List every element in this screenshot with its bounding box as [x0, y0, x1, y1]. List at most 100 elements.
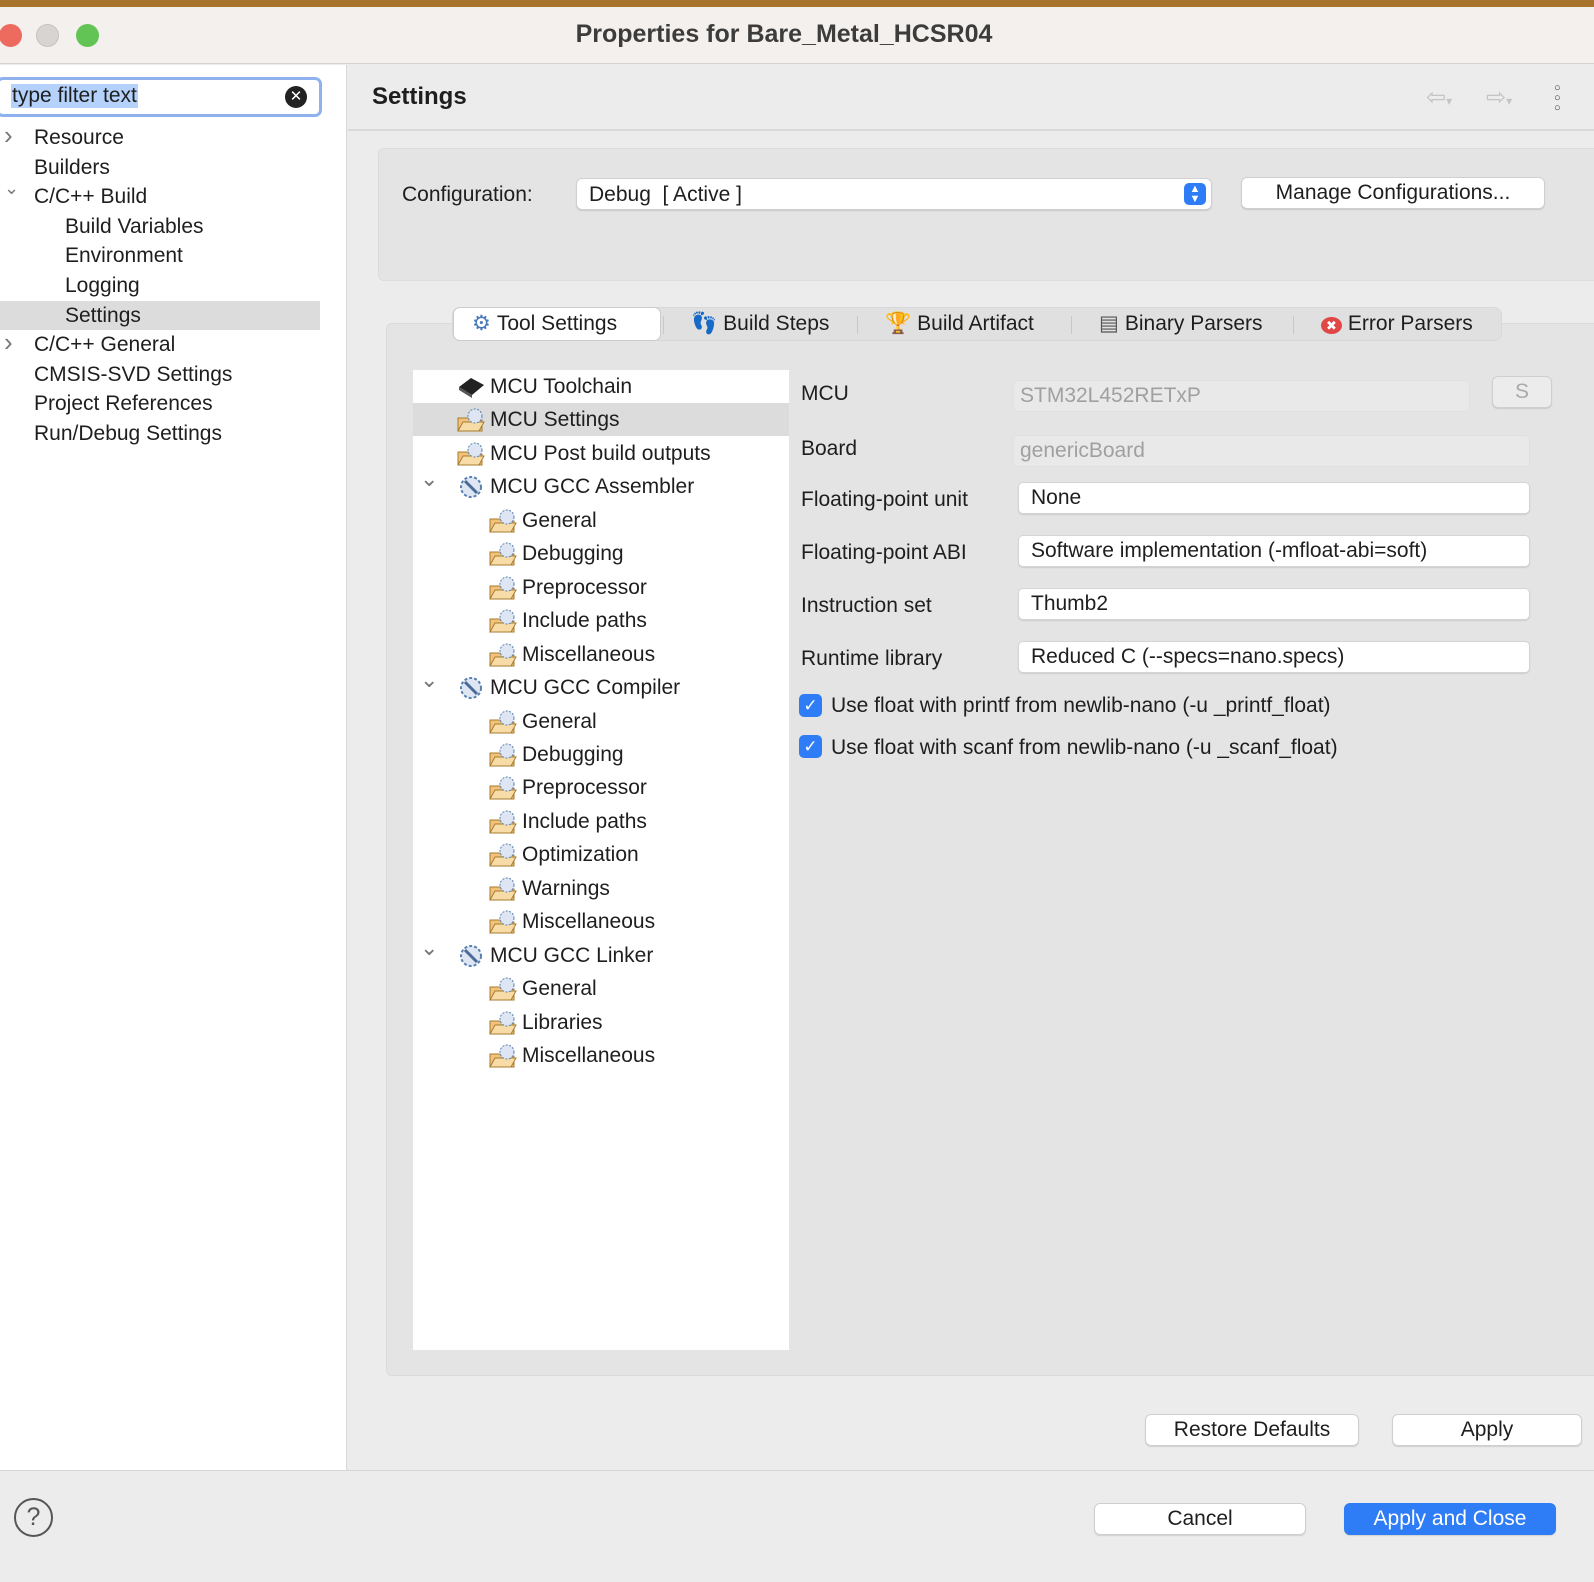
tab-separator — [857, 316, 858, 334]
tool-icon — [457, 676, 485, 700]
build-steps-icon: 👣 — [691, 312, 718, 335]
fpu-label: Floating-point unit — [801, 488, 968, 511]
tab-build-artifact[interactable]: 🏆 Build Artifact — [867, 308, 1067, 340]
manage-configurations-button[interactable]: Manage Configurations... — [1241, 177, 1545, 209]
tool-tree-label: MCU Toolchain — [490, 375, 633, 398]
select-mcu-button[interactable]: S — [1492, 376, 1552, 408]
property-page-sidebar: type filter text ✕ › Resource Builders ⌄ C/C… — [0, 65, 347, 1470]
folder-settings-icon — [489, 542, 517, 566]
instruction-set-select[interactable]: Thumb2 — [1018, 588, 1530, 620]
folder-settings-icon — [489, 877, 517, 901]
folder-settings-icon — [489, 643, 517, 667]
cancel-button[interactable]: Cancel — [1094, 1503, 1306, 1535]
tool-tree-item[interactable]: ⌄ MCU GCC Compiler — [413, 667, 789, 704]
sidebar-item-label: Logging — [65, 274, 140, 297]
sidebar-item[interactable]: Build Variables — [0, 212, 320, 241]
sidebar-item[interactable]: CMSIS-SVD Settings — [0, 360, 320, 389]
select-stepper-icon: ▲ ▼ — [1184, 183, 1206, 205]
window-top-strip — [0, 0, 1594, 7]
tab-error-parsers[interactable]: ✖ Error Parsers — [1303, 308, 1503, 340]
scanf-float-checkbox[interactable]: ✓ — [799, 735, 822, 758]
abi-label: Floating-point ABI — [801, 541, 967, 564]
tool-tree-item[interactable]: General — [413, 705, 789, 738]
tool-tree-item[interactable]: MCU Toolchain — [413, 370, 789, 403]
window-title: Properties for Bare_Metal_HCSR04 — [575, 20, 993, 48]
sidebar-item[interactable]: › Resource — [0, 121, 320, 152]
tool-tree-label: MCU GCC Linker — [490, 943, 654, 967]
sidebar-item-label: C/C++ General — [34, 333, 176, 357]
fpu-select[interactable]: None — [1018, 482, 1530, 514]
apply-and-close-button[interactable]: Apply and Close — [1344, 1503, 1556, 1535]
tool-tree-item[interactable]: Libraries — [413, 1006, 789, 1039]
tool-tree-item[interactable]: General — [413, 504, 789, 537]
chevron-right-icon[interactable]: › — [4, 328, 13, 357]
clear-filter-icon[interactable]: ✕ — [285, 86, 307, 108]
tool-tree-item[interactable]: Optimization — [413, 838, 789, 871]
sidebar-item[interactable]: › C/C++ General — [0, 328, 320, 359]
chevron-down-icon[interactable]: ⌄ — [420, 663, 438, 696]
apply-button[interactable]: Apply — [1392, 1414, 1582, 1446]
runtime-library-select[interactable]: Reduced C (--specs=nano.specs) — [1018, 641, 1530, 673]
tool-tree-item[interactable]: Preprocessor — [413, 771, 789, 804]
tool-tree-item[interactable]: Miscellaneous — [413, 638, 789, 671]
tool-tree-item[interactable]: MCU Settings — [413, 403, 789, 437]
sidebar-item[interactable]: Run/Debug Settings — [0, 419, 320, 448]
tool-tree-label: MCU GCC Compiler — [490, 676, 681, 700]
abi-select[interactable]: Software implementation (-mfloat-abi=sof… — [1018, 535, 1530, 567]
chevron-down-icon[interactable]: ⌄ — [4, 174, 19, 203]
sidebar-item-label: Settings — [65, 303, 141, 327]
filter-input[interactable]: type filter text ✕ — [0, 77, 322, 117]
tool-tree-item[interactable]: Miscellaneous — [413, 905, 789, 938]
tab-binary-parsers[interactable]: ▤ Binary Parsers — [1081, 308, 1291, 340]
sidebar-item-label: CMSIS-SVD Settings — [34, 362, 233, 386]
tool-tree-item[interactable]: Debugging — [413, 738, 789, 771]
help-icon[interactable]: ? — [14, 1498, 53, 1537]
tool-tree-item[interactable]: Warnings — [413, 872, 789, 905]
tool-tree-label: Include paths — [522, 809, 647, 833]
forward-arrow-icon[interactable]: ⇨▾ — [1486, 83, 1512, 112]
sidebar-item[interactable]: Builders — [0, 153, 320, 182]
tool-tree-item[interactable]: MCU Post build outputs — [413, 437, 789, 470]
printf-float-checkbox[interactable]: ✓ — [799, 694, 822, 717]
tool-tree-item[interactable]: Include paths — [413, 805, 789, 838]
folder-settings-icon — [489, 1011, 517, 1035]
tool-tree-item[interactable]: General — [413, 972, 789, 1005]
configuration-value: Debug [ Active ] — [589, 183, 742, 206]
tool-tree-item[interactable]: Preprocessor — [413, 571, 789, 604]
back-arrow-icon[interactable]: ⇦▾ — [1426, 83, 1452, 112]
configuration-select[interactable]: Debug [ Active ] ▲ ▼ — [576, 178, 1212, 210]
tool-tree-item[interactable]: ⌄ MCU GCC Assembler — [413, 466, 789, 503]
tab-label: Error Parsers — [1347, 312, 1473, 335]
chevron-down-icon[interactable]: ⌄ — [420, 462, 438, 495]
tool-tree-item[interactable]: ⌄ MCU GCC Linker — [413, 935, 789, 972]
folder-settings-icon — [489, 910, 517, 934]
tab-label: Build Artifact — [917, 312, 1034, 335]
sidebar-item[interactable]: Environment — [0, 241, 320, 270]
sidebar-item[interactable]: ⌄ C/C++ Build — [0, 178, 320, 211]
tool-tree-label: Libraries — [522, 1010, 603, 1034]
board-label: Board — [801, 437, 858, 460]
sidebar-item-label: Environment — [65, 244, 183, 268]
chevron-right-icon[interactable]: › — [4, 121, 13, 150]
tab-build-steps[interactable]: 👣 Build Steps — [673, 308, 853, 340]
sidebar-item[interactable]: Project References — [0, 389, 320, 418]
tool-tree-label: Debugging — [522, 542, 624, 566]
tool-tree-label: MCU Post build outputs — [490, 441, 711, 465]
folder-settings-icon — [489, 743, 517, 767]
sidebar-item-label: Run/Debug Settings — [34, 422, 222, 445]
folder-settings-icon — [489, 1044, 517, 1068]
sidebar-item[interactable]: Settings — [0, 300, 320, 330]
more-menu-icon[interactable]: ○ ○ ○ — [1554, 83, 1561, 114]
tab-tool-settings[interactable]: ⚙ Tool Settings — [453, 307, 661, 341]
tool-icon — [457, 944, 485, 968]
restore-defaults-button[interactable]: Restore Defaults — [1145, 1414, 1359, 1446]
tool-tree-label: Preprocessor — [522, 575, 647, 599]
page-title: Settings — [372, 83, 467, 110]
tab-label: Binary Parsers — [1124, 312, 1263, 335]
sidebar-item[interactable]: Logging — [0, 271, 320, 300]
tool-tree-item[interactable]: Debugging — [413, 537, 789, 570]
sidebar-item-label: Builders — [34, 155, 110, 179]
tool-tree-item[interactable]: Miscellaneous — [413, 1039, 789, 1072]
chevron-down-icon[interactable]: ⌄ — [420, 931, 438, 964]
tool-tree-item[interactable]: Include paths — [413, 604, 789, 637]
